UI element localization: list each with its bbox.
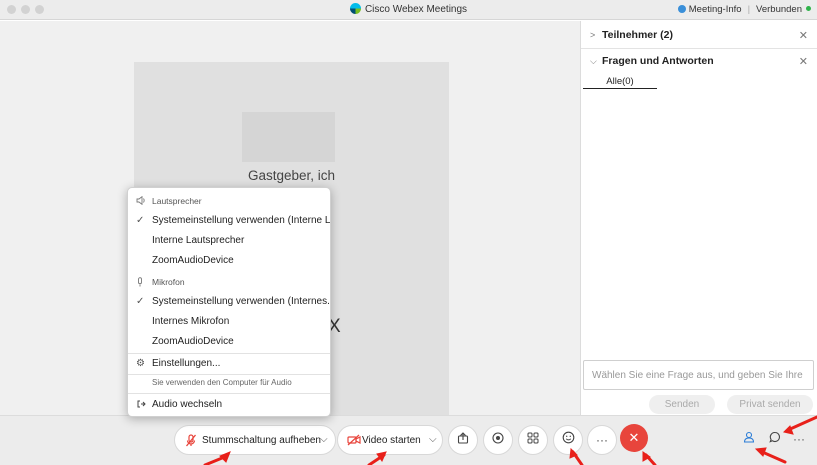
switch-audio-icon [136,399,146,412]
meeting-toolbar: Stummschaltung aufheben ⌵ Video starten … [0,415,817,465]
speaker-icon [136,195,146,207]
qa-title: Fragen und Antworten [602,55,714,67]
apps-button[interactable] [518,425,548,455]
webex-logo-icon [349,3,361,14]
unmute-label: Stummschaltung aufheben [202,435,321,446]
tab-all-questions[interactable]: Alle(0) [583,74,657,89]
panel-more-button[interactable]: ··· [787,427,811,451]
participants-panel-button[interactable] [737,427,761,451]
title-bar: Cisco Webex Meetings Meeting-Info | Verbun… [0,0,817,20]
apps-icon [527,432,539,447]
side-panel: > Teilnehmer (2) ✕ ⌵ Fragen und Antworte… [580,21,817,415]
reactions-icon [562,431,575,447]
menu-item-label: Systemeinstellung verwenden (Interne La.… [152,215,331,226]
window-title-text: Cisco Webex Meetings [364,4,468,15]
menu-item-mic-system[interactable]: ✓ Systemeinstellung verwenden (Internes.… [128,292,331,312]
chat-icon [769,431,781,446]
menu-item-mic-internal[interactable]: Internes Mikrofon [128,312,330,332]
more-icon: ··· [596,433,608,447]
start-video-label: Video starten [362,435,421,446]
mic-header: Mikrofon [152,277,185,287]
menu-divider [128,393,330,394]
menu-item-settings[interactable]: ⚙ Einstellungen... [128,354,330,374]
chat-panel-button[interactable] [763,427,787,451]
connection-status: Verbunden [756,4,802,15]
send-private-button[interactable]: Privat senden [727,395,813,414]
audio-options-menu: Lautsprecher ✓ Systemeinstellung verwend… [127,187,331,417]
more-options-button[interactable]: ··· [587,425,617,455]
participants-title: Teilnehmer (2) [602,29,673,41]
record-icon [492,432,504,447]
speaker-section-header: Lautsprecher [128,191,330,211]
chevron-right-icon: > [590,30,596,40]
gear-icon: ⚙ [136,358,145,369]
menu-item-mic-zoom[interactable]: ZoomAudioDevice [128,332,330,352]
send-button[interactable]: Senden [649,395,715,414]
chevron-down-icon[interactable]: ⌵ [320,434,328,445]
mic-section-header: Mikrofon [128,272,330,292]
menu-item-label: Systemeinstellung verwenden (Internes... [152,296,331,307]
close-participants-icon[interactable]: ✕ [799,29,808,42]
audio-source-note: Sie verwenden den Computer für Audio [152,378,292,387]
end-meeting-button[interactable]: ✕ [620,424,648,452]
chevron-down-icon: ⌵ [590,56,597,66]
menu-item-speaker-system[interactable]: ✓ Systemeinstellung verwenden (Interne L… [128,211,331,231]
menu-item-speaker-zoom[interactable]: ZoomAudioDevice [128,251,330,271]
speaker-header: Lautsprecher [152,196,202,206]
close-qa-icon[interactable]: ✕ [799,55,808,68]
menu-item-label: Einstellungen... [152,358,221,369]
record-button[interactable] [483,425,513,455]
more-icon: ··· [793,432,805,446]
menu-divider [128,374,330,375]
end-call-icon: ✕ [628,430,640,445]
share-button[interactable] [448,425,478,455]
question-input[interactable] [583,360,814,390]
check-icon: ✓ [136,215,145,226]
menu-item-label: Internes Mikrofon [152,316,230,327]
participants-section-header[interactable]: > Teilnehmer (2) ✕ [581,24,817,47]
title-status: Meeting-Info | Verbunden [677,4,811,15]
chevron-down-icon[interactable]: ⌵ [429,434,437,445]
title-separator: | [747,4,751,15]
info-icon [677,5,686,13]
participants-icon [743,431,755,446]
menu-item-label: ZoomAudioDevice [152,336,234,347]
mic-icon [136,277,144,289]
connection-indicator-icon [806,6,811,11]
muted-mic-icon [185,434,197,450]
menu-item-switch-audio[interactable]: Audio wechseln [128,395,330,415]
check-icon: ✓ [136,296,145,307]
start-video-button[interactable]: Video starten ⌵ [337,425,443,455]
meeting-info-label: Meeting-Info [688,4,742,15]
avatar [242,112,335,162]
qa-section-header[interactable]: ⌵ Fragen und Antworten ✕ [581,50,817,73]
menu-item-speaker-internal[interactable]: Interne Lautsprecher [128,231,330,251]
share-icon [457,432,469,447]
menu-item-label: ZoomAudioDevice [152,255,234,266]
video-off-icon [347,434,361,449]
unmute-button[interactable]: Stummschaltung aufheben ⌵ [174,425,336,455]
panel-divider [581,48,817,49]
meeting-info-button[interactable]: Meeting-Info [677,4,742,15]
reactions-button[interactable] [553,425,583,455]
menu-item-label: Interne Lautsprecher [152,235,245,246]
menu-item-label: Audio wechseln [152,399,223,410]
host-name: Gastgeber, ich [247,168,336,183]
